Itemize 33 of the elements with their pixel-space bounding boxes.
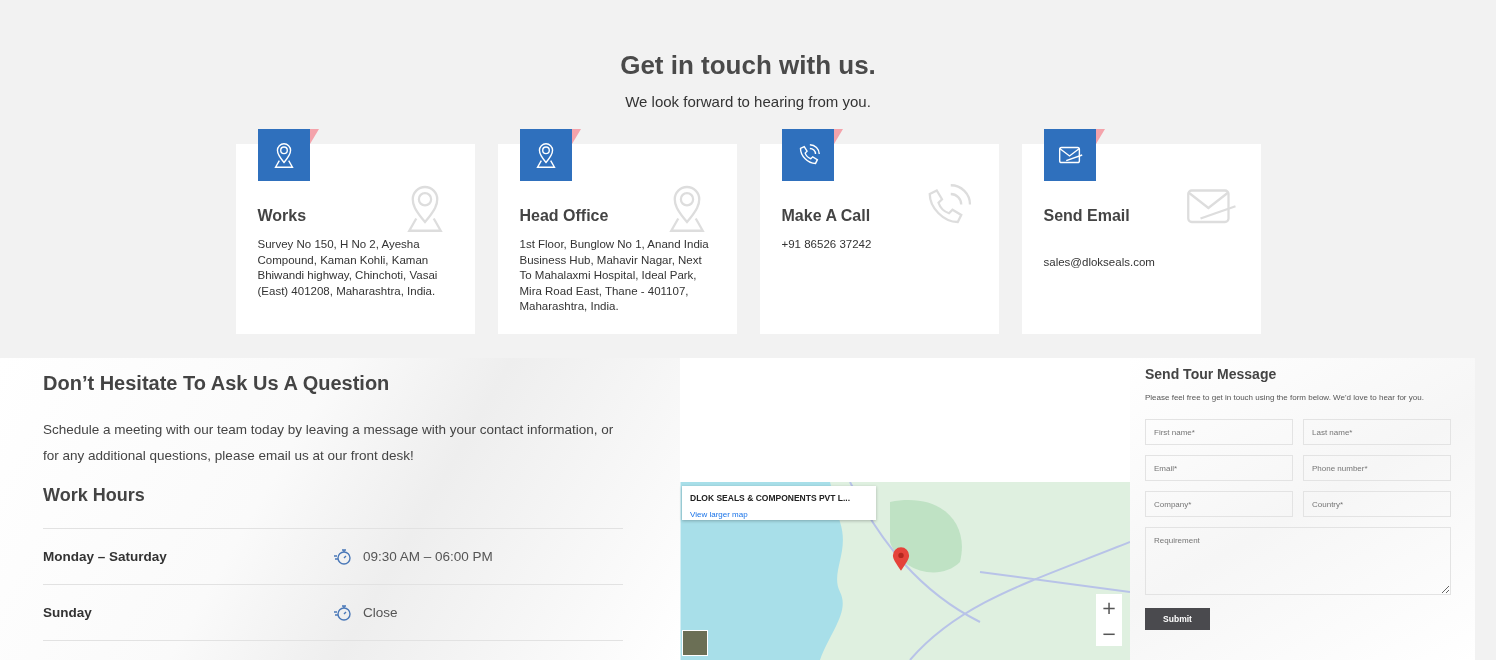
text-field[interactable]: Company* [1145,491,1293,517]
text-field[interactable]: Email* [1145,455,1293,481]
section-subtitle: We look forward to hearing from you. [625,93,871,110]
place-title: DLOK SEALS & COMPONENTS PVT L... [690,493,852,503]
text-field[interactable]: Country* [1303,491,1451,517]
text-field[interactable]: Phone number* [1303,455,1451,481]
day-label: Sunday [43,605,93,620]
card-text: +91 86526 37242 [781,237,873,252]
view-larger-map-link[interactable]: View larger map [690,510,748,519]
satellite-view-button[interactable] [682,630,708,656]
text-field[interactable]: First name* [1145,419,1293,445]
stopwatch-icon [333,546,353,567]
submit-button[interactable]: Submit [1145,608,1210,630]
section-title: Get in touch with us. [620,50,876,81]
card-title: Works [257,207,308,225]
hours-text: 09:30 AM – 06:00 PM [363,549,493,564]
form-title: Send Tour Message [1145,366,1278,382]
card-text: sales@dlokseals.com [1043,255,1156,270]
card-text: Survey No 150, H No 2, Ayesha Compound, Kaman Kohli, Kaman Bhiwandi highway, Chinchoti, Vasai (East) 401208, Maharashtra, India. [257,237,439,299]
form-intro: Please feel free to get in touch using the form below. We'd love to hear for you. [1145,392,1425,404]
map-pin-icon [892,546,910,572]
card-text: 1st Floor, Bunglow No 1, Anand India Business Hub, Mahavir Nagar, Next To Mahalaxmi Hospital, Ideal Park, Mira Road East, Thane - 401107, Maharashtra, India. [519,237,710,314]
question-title: Don’t Hesitate To Ask Us A Question [43,372,391,395]
card-title: Head Office [519,207,610,225]
stopwatch-icon [333,602,353,623]
work-hours-title: Work Hours [43,485,146,506]
text-field[interactable]: Last name* [1303,419,1451,445]
hours-text: Close [363,605,398,620]
requirement-field[interactable]: Requirement [1145,527,1451,595]
question-text: Schedule a meeting with our team today by leaving a message with your contact information, or for any additional questions, please email us at our front desk! [43,421,615,465]
day-label: Monday – Saturday [43,549,168,564]
card-title: Send Email [1043,207,1131,225]
card-title: Make A Call [781,207,872,225]
